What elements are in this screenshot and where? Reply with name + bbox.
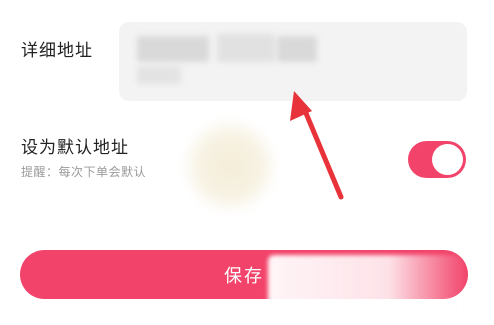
set-default-label: 设为默认地址 bbox=[21, 138, 129, 158]
address-detail-label: 详细地址 bbox=[21, 41, 93, 61]
redacted-text bbox=[217, 34, 275, 62]
address-detail-input[interactable] bbox=[119, 22, 467, 101]
redacted-text bbox=[277, 36, 317, 62]
default-hint-text: 提醒：每次下单会默认 bbox=[21, 165, 147, 179]
default-address-toggle[interactable] bbox=[408, 141, 466, 178]
redacted-text bbox=[137, 66, 181, 84]
blurred-overlay bbox=[182, 118, 278, 214]
watermark-overlay bbox=[268, 255, 468, 315]
address-edit-page: 详细地址 设为默认地址 提醒：每次下单会默认 保存 bbox=[0, 0, 494, 325]
toggle-knob bbox=[432, 144, 463, 175]
redacted-text bbox=[137, 36, 209, 62]
save-button-label: 保存 bbox=[224, 265, 264, 287]
